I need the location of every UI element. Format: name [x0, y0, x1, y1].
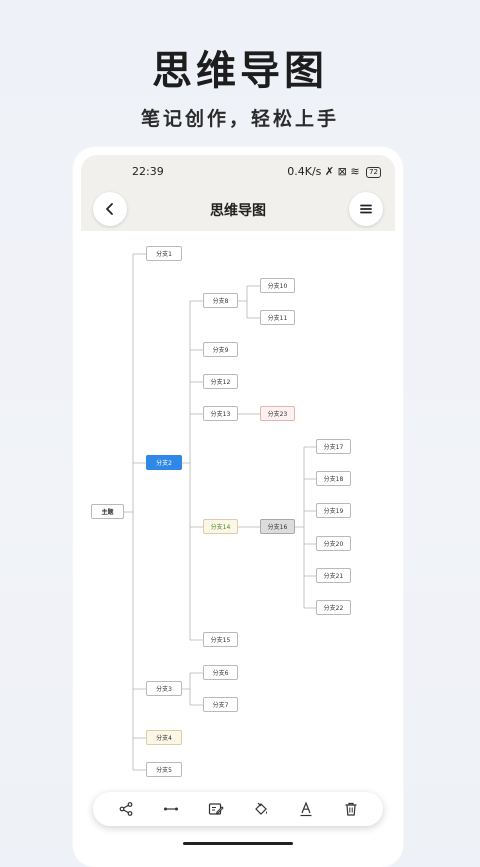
battery-icon: 72: [366, 167, 381, 178]
phone-frame: 22:39 0.4K/s ✗ ⊠ ≋ 72 思维导图 主题 分支1 分支2 分支…: [73, 147, 403, 867]
trash-icon: [345, 802, 356, 816]
node-branch-17[interactable]: 分支17: [316, 439, 351, 454]
edit-note-button[interactable]: [205, 798, 227, 820]
promo-subtitle: 笔记创作，轻松上手: [140, 108, 339, 130]
share-node-button[interactable]: [115, 798, 137, 820]
sim-icon: ⊠: [337, 165, 347, 178]
node-branch-11[interactable]: 分支11: [260, 310, 295, 325]
node-branch-15[interactable]: 分支15: [203, 632, 238, 647]
node-branch-5[interactable]: 分支5: [146, 762, 182, 777]
menu-button[interactable]: [349, 192, 383, 226]
node-branch-21[interactable]: 分支21: [316, 568, 351, 583]
status-time: 22:39: [132, 165, 164, 178]
fill-color-button[interactable]: [250, 798, 272, 820]
root-node[interactable]: 主题: [91, 504, 124, 519]
node-branch-18[interactable]: 分支18: [316, 471, 351, 486]
text-style-button[interactable]: [295, 798, 317, 820]
node-branch-1[interactable]: 分支1: [146, 246, 182, 261]
bottom-toolbar: [93, 792, 383, 826]
hamburger-menu-icon: [360, 204, 372, 214]
status-indicators: 0.4K/s ✗ ⊠ ≋ 72: [287, 165, 381, 178]
text-style-icon: [300, 801, 311, 817]
bluetooth-icon: ✗: [324, 165, 335, 178]
node-branch-7[interactable]: 分支7: [203, 697, 238, 712]
wifi-icon: ≋: [350, 165, 360, 178]
share-node-icon: [119, 802, 132, 816]
node-branch-9[interactable]: 分支9: [203, 342, 238, 357]
mindmap-canvas[interactable]: 主题 分支1 分支2 分支3 分支4 分支5 分支8 分支9 分支12 分支13…: [81, 231, 395, 791]
node-branch-22[interactable]: 分支22: [316, 600, 351, 615]
node-branch-23[interactable]: 分支23: [260, 406, 295, 421]
node-branch-8[interactable]: 分支8: [203, 293, 238, 308]
delete-button[interactable]: [340, 798, 362, 820]
edit-note-icon: [208, 803, 224, 815]
node-branch-12[interactable]: 分支12: [203, 374, 238, 389]
connect-line-button[interactable]: [160, 798, 182, 820]
app-header: 22:39 0.4K/s ✗ ⊠ ≋ 72 思维导图: [81, 155, 395, 231]
node-branch-14[interactable]: 分支14: [203, 519, 238, 534]
home-indicator[interactable]: [183, 842, 293, 845]
net-speed: 0.4K/s: [287, 165, 322, 178]
page-title: 思维导图: [210, 203, 266, 219]
connect-line-icon: [163, 807, 178, 811]
node-branch-3[interactable]: 分支3: [146, 681, 182, 696]
node-branch-4[interactable]: 分支4: [146, 730, 182, 745]
node-branch-19[interactable]: 分支19: [316, 503, 351, 518]
promo-title: 思维导图: [152, 47, 328, 94]
node-branch-6[interactable]: 分支6: [203, 665, 238, 680]
node-branch-13[interactable]: 分支13: [203, 406, 238, 421]
node-branch-20[interactable]: 分支20: [316, 536, 351, 551]
node-branch-2[interactable]: 分支2: [146, 455, 182, 470]
fill-color-icon: [254, 802, 267, 815]
node-branch-10[interactable]: 分支10: [260, 278, 295, 293]
node-branch-16[interactable]: 分支16: [260, 519, 295, 534]
